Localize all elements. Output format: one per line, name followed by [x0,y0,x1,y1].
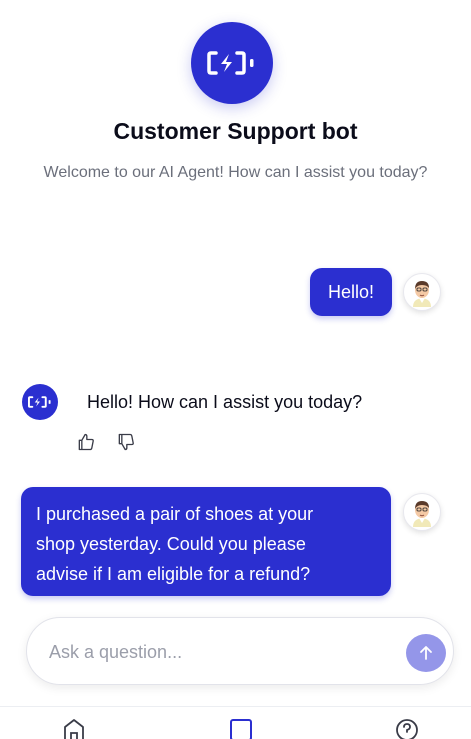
square-icon[interactable] [228,717,254,739]
page-title: Customer Support bot [113,118,358,144]
page-subtitle: Welcome to our AI Agent! How can I assis… [43,164,428,181]
thumbs-up-icon[interactable] [76,432,96,452]
help-icon[interactable] [394,717,420,739]
bot-message: Hello! How can I assist you today? [87,392,363,412]
bottom-nav [0,706,471,739]
user-message-line: shop yesterday. Could you please [36,534,306,554]
arrow-up-icon [420,646,432,660]
user-message-line: advise if I am eligible for a refund? [36,564,311,584]
user-message: I purchased a pair of shoes at your shop… [21,487,391,596]
bot-logo [191,22,273,104]
user-message-line: I purchased a pair of shoes at your [36,504,314,524]
bot-battery-icon [207,51,254,75]
user-avatar-icon [413,501,431,527]
user-avatar-icon [413,281,431,307]
bot-avatar [22,384,58,420]
user-message: Hello! [310,268,392,316]
home-icon[interactable] [61,717,87,739]
question-input[interactable] [47,632,391,672]
send-button[interactable] [406,634,446,672]
thumbs-down-icon[interactable] [116,432,136,452]
user-avatar [403,273,441,311]
message-composer [26,617,454,685]
user-avatar [403,493,441,531]
bot-battery-icon [28,396,51,408]
